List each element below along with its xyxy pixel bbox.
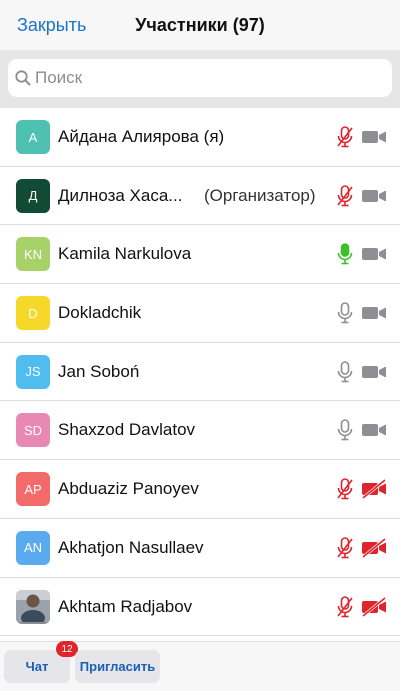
avatar: A <box>16 120 50 154</box>
participant-row[interactable]: JS Jan Soboń <box>0 343 400 402</box>
participant-name: Kamila Narkulova <box>58 244 192 264</box>
page-title: Участники (97) <box>135 15 265 35</box>
video-off-icon[interactable] <box>361 596 387 617</box>
microphone-icon[interactable] <box>335 301 355 325</box>
mic-muted-icon[interactable] <box>335 125 355 149</box>
video-off-icon[interactable] <box>361 478 387 500</box>
participant-name: Jan Soboń <box>58 361 140 381</box>
avatar <box>16 589 50 624</box>
search-input[interactable] <box>35 59 375 97</box>
avatar: SD <box>16 413 50 448</box>
mic-muted-icon[interactable] <box>335 536 355 560</box>
avatar-photo-icon <box>16 589 50 624</box>
participant-name: Dokladchik <box>58 303 142 323</box>
avatar: D <box>16 296 50 331</box>
participant-name: Akhtam Radjabov <box>58 596 193 616</box>
microphone-icon[interactable] <box>335 418 355 442</box>
microphone-icon[interactable] <box>335 242 355 266</box>
video-camera-icon[interactable] <box>361 244 387 264</box>
participant-name: Shaxzod Davlatov <box>58 420 196 440</box>
bottom-toolbar: Чат 12 Пригласить <box>0 641 400 691</box>
participant-row[interactable]: SD Shaxzod Davlatov <box>0 401 400 461</box>
video-camera-icon[interactable] <box>361 303 387 323</box>
avatar: AN <box>16 530 50 565</box>
avatar-initials: AN <box>23 540 43 556</box>
avatar: Д <box>16 178 50 213</box>
participant-name: Айдана Алиярова (я) <box>58 127 225 146</box>
participant-row[interactable]: D Dokladchik <box>0 284 400 343</box>
invite-button-label: Пригласить <box>79 659 156 674</box>
invite-button[interactable]: Пригласить <box>75 650 160 683</box>
navigation-bar: Закрыть Участники (97) <box>0 0 400 50</box>
search-icon <box>15 70 31 86</box>
avatar: KN <box>16 237 50 272</box>
video-camera-icon[interactable] <box>361 127 387 147</box>
avatar-initials: Д <box>28 188 38 204</box>
avatar: JS <box>16 354 50 389</box>
mic-muted-icon[interactable] <box>335 595 355 619</box>
avatar: AP <box>16 472 50 507</box>
chat-button-label: Чат <box>25 659 49 674</box>
avatar-initials: AP <box>24 481 42 497</box>
participant-row[interactable]: KN Kamila Narkulova <box>0 225 400 285</box>
participant-row[interactable]: AN Akhatjon Nasullaev <box>0 519 400 578</box>
participant-row[interactable]: A Айдана Алиярова (я) <box>0 108 400 167</box>
participant-row[interactable]: AP Abduaziz Panoyev <box>0 460 400 519</box>
search-bar <box>0 50 400 108</box>
participant-role: (Организатор) <box>204 185 316 205</box>
search-box[interactable] <box>8 59 392 97</box>
participant-row[interactable]: Akhtam Radjabov <box>0 578 400 637</box>
participant-name: Abduaziz Panoyev <box>58 479 199 499</box>
avatar-initials: KN <box>23 246 43 262</box>
participant-list: A Айдана Алиярова (я) Д Дилноза Хаса... (Орг… <box>0 108 400 637</box>
mic-muted-icon[interactable] <box>335 184 355 208</box>
avatar-initials: A <box>28 129 38 145</box>
video-camera-icon[interactable] <box>361 362 387 382</box>
video-camera-icon[interactable] <box>361 420 387 440</box>
microphone-icon[interactable] <box>335 360 355 384</box>
avatar-initials: D <box>28 305 38 321</box>
participant-name: Дилноза Хаса... <box>58 185 183 205</box>
avatar-initials: SD <box>23 422 43 438</box>
avatar-initials: JS <box>25 364 41 380</box>
participant-name: Akhatjon Nasullaev <box>58 537 204 557</box>
mic-muted-icon[interactable] <box>335 477 355 501</box>
video-off-icon[interactable] <box>361 537 387 558</box>
participant-row[interactable]: Д Дилноза Хаса... (Организатор) <box>0 167 400 226</box>
video-camera-icon[interactable] <box>361 186 387 206</box>
